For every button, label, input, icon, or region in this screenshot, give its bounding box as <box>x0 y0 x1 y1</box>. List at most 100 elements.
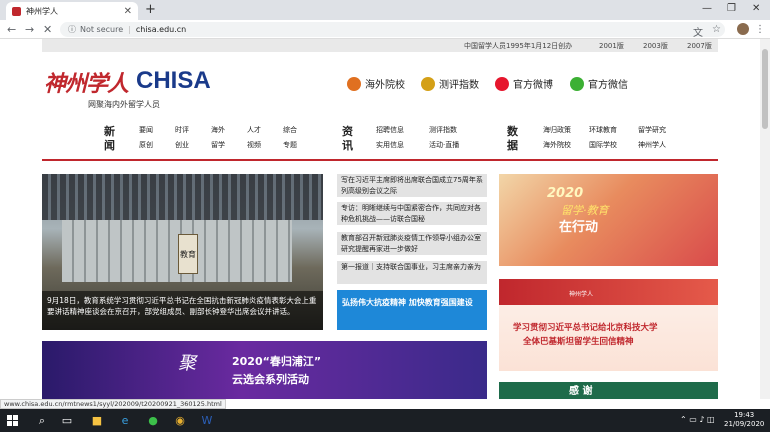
header-link-label: 海外院校 <box>365 80 405 91</box>
task-view-icon[interactable]: ▭ <box>59 413 75 428</box>
nav-item[interactable]: 环球教育 <box>589 125 617 135</box>
featured-headline[interactable]: 弘扬伟大抗疫精神 加快教育强国建设 <box>337 290 487 330</box>
site-logo-chinese[interactable]: 神州学人 <box>44 66 129 98</box>
nav-item[interactable]: 原创 <box>139 140 153 150</box>
banner-year: 2020 <box>547 186 584 201</box>
banner-logo: 聚 <box>178 353 196 374</box>
close-tab-icon[interactable]: ✕ <box>124 6 132 17</box>
nav-item[interactable]: 专题 <box>283 140 297 150</box>
browser-tab[interactable]: 神州学人 ✕ <box>6 2 138 20</box>
overseas-icon <box>347 76 361 91</box>
banner-thanks[interactable]: 感 谢 <box>499 382 718 399</box>
page-viewport: 中国留学人员1995年1月12日创办 2001版 2003版 2007版 神州学… <box>0 39 760 399</box>
banner-action: 在行动 <box>559 220 599 235</box>
vertical-scrollbar[interactable] <box>760 39 770 399</box>
tab-strip: 神州学人 ✕ + — ❐ ✕ <box>0 0 770 20</box>
stop-loading-icon[interactable]: ✕ <box>43 23 52 36</box>
nav-item[interactable]: 测评指数 <box>429 125 457 135</box>
maximize-icon[interactable]: ❐ <box>727 3 736 14</box>
address-bar[interactable]: ⓘ Not secure | chisa.edu.cn <box>60 22 725 37</box>
menu-dots-icon[interactable]: ⋮ <box>755 24 765 35</box>
nav-item[interactable]: 招聘信息 <box>376 125 404 135</box>
version-link-2003[interactable]: 2003版 <box>643 41 668 51</box>
nav-heading-news: 新闻 <box>104 125 115 152</box>
photo-sign: 教育 <box>178 234 198 274</box>
version-link-2001[interactable]: 2001版 <box>599 41 624 51</box>
back-icon[interactable]: ← <box>7 23 16 36</box>
word-icon[interactable]: W <box>199 413 215 428</box>
translate-icon[interactable]: 文 <box>693 24 703 39</box>
headline-photo[interactable]: 教育 9月18日，教育系统学习贯彻习近平总书记在全国抗击新冠肺炎疫情表彰大会上重… <box>42 174 323 330</box>
header-link-index[interactable]: 测评指数 <box>421 76 479 91</box>
nav-item[interactable]: 视频 <box>247 140 261 150</box>
site-favicon-icon <box>12 6 21 16</box>
edge-icon[interactable]: e <box>117 413 133 428</box>
clock-date: 21/09/2020 <box>724 420 765 428</box>
header-link-label: 测评指数 <box>439 80 479 91</box>
profile-avatar[interactable] <box>737 23 749 35</box>
weibo-icon <box>495 76 509 91</box>
nav-item[interactable]: 留学研究 <box>638 125 666 135</box>
banner-title: 2020“春归浦江” <box>232 355 322 368</box>
windows-start-icon[interactable] <box>7 415 18 426</box>
header-link-wechat[interactable]: 官方微信 <box>570 76 628 91</box>
headline-item[interactable]: 写在习近平主席即将出席联合国成立75周年系列高级别会议之际 <box>337 174 487 197</box>
headline-item[interactable]: 教育部召开新冠肺炎疫情工作领导小组办公室研究提醒再家进一步做好 <box>337 232 487 255</box>
forward-icon[interactable]: → <box>25 23 34 36</box>
nav-item[interactable]: 要闻 <box>139 125 153 135</box>
bookmark-star-icon[interactable]: ☆ <box>712 24 721 35</box>
site-logo-english[interactable]: CHISA <box>136 67 211 95</box>
taskbar-clock[interactable]: 19:43 21/09/2020 <box>724 411 764 429</box>
nav-item[interactable]: 实用信息 <box>376 140 404 150</box>
url-separator: | <box>128 25 131 34</box>
photo-sign-text: 教育 <box>180 250 196 259</box>
system-tray-icons[interactable]: ⌃ ▭ ♪ ◫ <box>680 415 715 424</box>
banner-header: 神州学人 <box>499 279 718 305</box>
nav-item[interactable]: 海外院校 <box>543 140 571 150</box>
nav-item[interactable]: 时评 <box>175 125 189 135</box>
search-icon[interactable]: ⌕ <box>34 413 50 428</box>
info-icon[interactable]: ⓘ <box>68 24 76 35</box>
browser-toolbar: ← → ✕ ⓘ Not secure | chisa.edu.cn 文 ☆ ⋮ <box>0 20 770 39</box>
nav-item[interactable]: 人才 <box>247 125 261 135</box>
minimize-icon[interactable]: — <box>702 3 712 14</box>
nav-item[interactable]: 神州学人 <box>638 140 666 150</box>
security-status: Not secure <box>80 25 124 34</box>
line-app-icon[interactable]: ● <box>145 413 161 428</box>
banner-reply-spirit[interactable]: 神州学人 学习贯彻习近平总书记给北京科技大学 全体巴基斯坦留学生回信精神 <box>499 279 718 371</box>
photo-roof <box>42 174 323 220</box>
banner-study-abroad[interactable]: 2020 留学·教育 在行动 <box>499 174 718 266</box>
banner-spring-pujiang[interactable]: 聚 2020“春归浦江” 云选会系列活动 <box>42 341 487 399</box>
url-text: chisa.edu.cn <box>135 25 187 34</box>
nav-item[interactable]: 综合 <box>283 125 297 135</box>
publication-note: 中国留学人员1995年1月12日创办 <box>464 42 573 50</box>
version-link-2007[interactable]: 2007版 <box>687 41 712 51</box>
tab-title: 神州学人 <box>26 6 58 16</box>
chrome-icon[interactable]: ◉ <box>172 413 188 428</box>
nav-item[interactable]: 国际学校 <box>589 140 617 150</box>
clock-time: 19:43 <box>734 411 755 419</box>
nav-divider <box>42 159 718 161</box>
wechat-icon <box>570 76 584 91</box>
header-link-weibo[interactable]: 官方微博 <box>495 76 553 91</box>
photo-caption[interactable]: 9月18日，教育系统学习贯彻习近平总书记在全国抗击新冠肺炎疫情表彰大会上重要讲话… <box>42 291 323 330</box>
site-slogan: 网聚海内外留学人员 <box>88 100 160 109</box>
top-info-bar: 中国留学人员1995年1月12日创办 2001版 2003版 2007版 <box>42 39 718 52</box>
banner-line: 学习贯彻习近平总书记给北京科技大学 <box>513 323 658 333</box>
nav-item[interactable]: 留学 <box>211 140 225 150</box>
nav-item[interactable]: 海归政策 <box>543 125 571 135</box>
nav-item[interactable]: 活动·直播 <box>429 140 459 150</box>
photo-building <box>62 220 292 282</box>
file-explorer-icon[interactable]: ■ <box>89 413 105 428</box>
nav-heading-info: 资讯 <box>342 125 353 152</box>
nav-item[interactable]: 海外 <box>211 125 225 135</box>
headline-item[interactable]: 专访：明晰继续与中国紧密合作，共同应对各种危机挑战——访联合国秘 <box>337 202 487 225</box>
headline-item[interactable]: 第一报道｜支持联合国事业，习主席亲力亲为 <box>337 261 487 284</box>
nav-item[interactable]: 创业 <box>175 140 189 150</box>
close-window-icon[interactable]: ✕ <box>752 3 760 14</box>
new-tab-button[interactable]: + <box>145 2 156 17</box>
header-link-label: 官方微信 <box>588 80 628 91</box>
scrollbar-thumb[interactable] <box>762 49 768 129</box>
header-link-label: 官方微博 <box>513 80 553 91</box>
header-link-overseas-schools[interactable]: 海外院校 <box>347 76 405 91</box>
